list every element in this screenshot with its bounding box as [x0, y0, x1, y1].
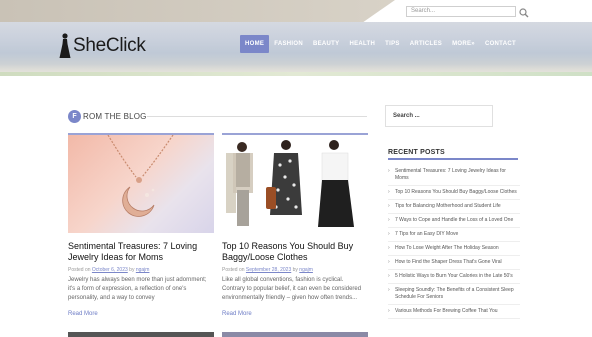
- recent-post-item[interactable]: › 7 Ways to Cope and Handle the Loss of a…: [388, 217, 520, 228]
- post-author-link[interactable]: ngajm: [136, 267, 150, 273]
- post-meta: Posted on October 6, 2023 by ngajm: [68, 267, 214, 273]
- top-bar: Search...: [0, 0, 592, 22]
- post-author-link[interactable]: ngajm: [299, 267, 313, 273]
- necklace-photo[interactable]: [68, 135, 214, 233]
- nav-item-tips[interactable]: TIPS: [380, 35, 405, 53]
- meta-by: by: [129, 267, 135, 273]
- post-meta: Posted on September 28, 2023 by ngajm: [222, 267, 368, 273]
- section-badge: F: [68, 110, 81, 123]
- post-date-link[interactable]: October 6, 2023: [92, 267, 128, 273]
- site-logo[interactable]: SheClick: [58, 31, 146, 61]
- post-excerpt: Like all global conventions, fashion is …: [222, 277, 362, 301]
- nav-item-more[interactable]: MORE»: [447, 35, 480, 53]
- recent-post-item[interactable]: › How To Lose Weight After The Holiday Se…: [388, 245, 520, 256]
- read-more-link[interactable]: Read More: [68, 311, 214, 317]
- header-banner-strip: [0, 72, 592, 76]
- nav-item-health[interactable]: HEALTH: [344, 35, 380, 53]
- chevron-right-icon: ›: [388, 217, 390, 223]
- woman-silhouette-icon: [59, 33, 71, 58]
- logo-text: SheClick: [73, 35, 146, 56]
- nav-item-fashion[interactable]: FASHION: [269, 35, 308, 53]
- chevron-right-icon: ›: [388, 231, 390, 237]
- next-post-image[interactable]: [222, 332, 368, 337]
- section-divider: [147, 116, 367, 117]
- section-title: ROM THE BLOG: [83, 112, 147, 121]
- recent-posts-title: RECENT POSTS: [388, 149, 445, 156]
- post-title[interactable]: Top 10 Reasons You Should Buy Baggy/Loos…: [222, 241, 368, 263]
- post-title[interactable]: Sentimental Treasures: 7 Loving Jewelry …: [68, 241, 214, 263]
- read-more-link[interactable]: Read More: [222, 311, 368, 317]
- header-search-input[interactable]: Search...: [406, 6, 516, 17]
- nav-item-contact[interactable]: CONTACT: [480, 35, 521, 53]
- recent-posts-list: › Sentimental Treasures: 7 Loving Jewelry…: [388, 168, 520, 322]
- post-card: Top 10 Reasons You Should Buy Baggy/Loos…: [222, 133, 368, 317]
- recent-post-item[interactable]: › How to Find the Shaper Dress That's Gon…: [388, 259, 520, 270]
- post-date-link[interactable]: September 28, 2023: [246, 267, 291, 273]
- recent-post-item[interactable]: › 5 Holistic Ways to Burn Your Calories i…: [388, 273, 520, 284]
- chevron-right-icon: ›: [388, 203, 390, 209]
- nav-item-home[interactable]: HOME: [240, 35, 270, 53]
- sidebar-search-input[interactable]: Search ...: [385, 105, 493, 127]
- recent-post-item[interactable]: › Sentimental Treasures: 7 Loving Jewelry…: [388, 168, 520, 186]
- main-nav: HOME FASHION BEAUTY HEALTH TIPS ARTICLES…: [240, 35, 521, 53]
- post-excerpt: Jewelry has always been more than just a…: [68, 277, 207, 301]
- chevron-right-icon: ›: [388, 245, 390, 251]
- recent-post-item[interactable]: › 7 Tips for an Easy DIY Move: [388, 231, 520, 242]
- page: Search... SheClick HOME FASHION BEAUTY H…: [0, 0, 592, 337]
- chevron-right-icon: ›: [388, 189, 390, 195]
- recent-post-item[interactable]: › Top 10 Reasons You Should Buy Baggy/Loo…: [388, 189, 520, 200]
- meta-prefix: Posted on: [222, 267, 245, 273]
- top-bar-decoration: [0, 0, 395, 22]
- post-card: Sentimental Treasures: 7 Loving Jewelry …: [68, 133, 214, 317]
- recent-posts-divider: [388, 158, 518, 160]
- chevron-right-icon: ›: [388, 287, 390, 293]
- recent-post-item[interactable]: › Sleeping Soundly: The Benefits of a Con…: [388, 287, 520, 305]
- nav-item-articles[interactable]: ARTICLES: [405, 35, 447, 53]
- recent-post-item[interactable]: › Various Methods For Brewing Coffee That…: [388, 308, 520, 319]
- recent-post-item[interactable]: › Tips for Balancing Motherhood and Stude…: [388, 203, 520, 214]
- chevron-right-icon: ›: [388, 259, 390, 265]
- chevron-right-icon: ›: [388, 168, 390, 174]
- meta-by: by: [292, 267, 298, 273]
- clothes-photo[interactable]: [222, 135, 368, 233]
- section-heading: F ROM THE BLOG: [68, 110, 147, 123]
- meta-prefix: Posted on: [68, 267, 91, 273]
- search-icon[interactable]: [519, 5, 529, 18]
- nav-item-beauty[interactable]: BEAUTY: [308, 35, 344, 53]
- chevron-right-icon: ›: [388, 273, 390, 279]
- chevron-right-icon: ›: [388, 308, 390, 314]
- next-post-image[interactable]: [68, 332, 214, 337]
